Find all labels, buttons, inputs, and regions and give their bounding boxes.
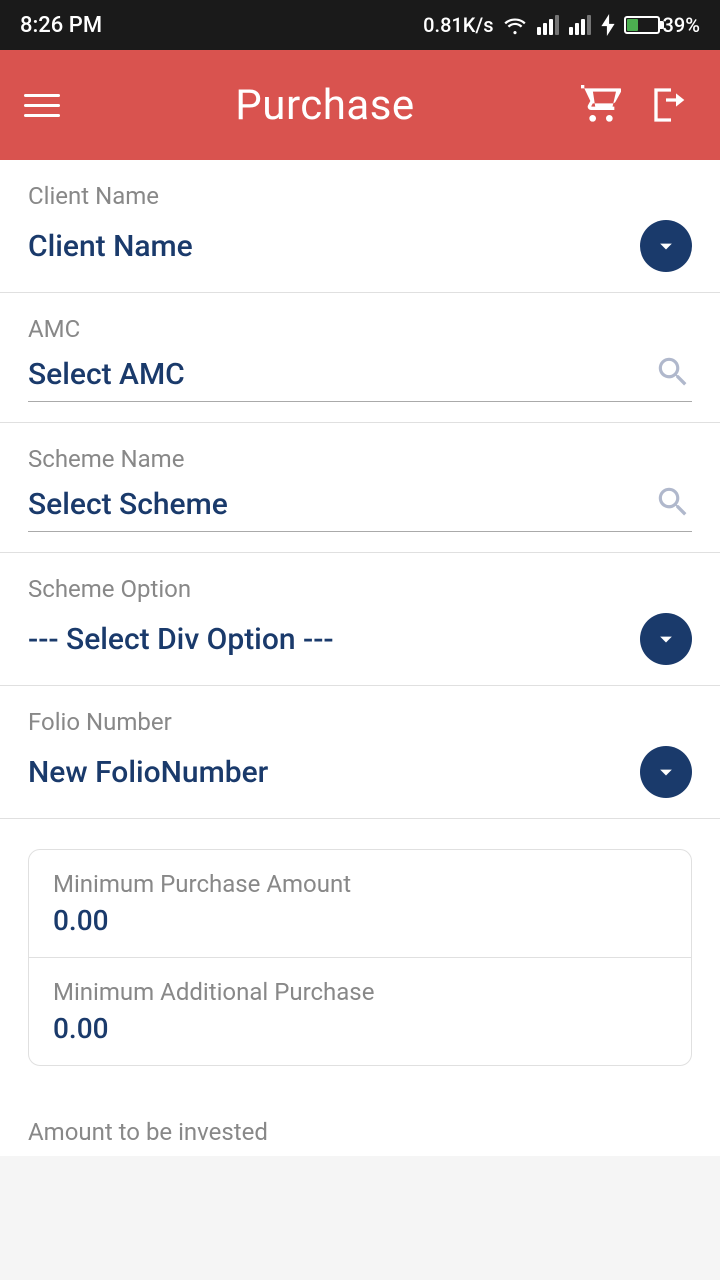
min-purchase-item: Minimum Purchase Amount 0.00 (29, 850, 691, 958)
status-time: 8:26 PM (20, 13, 102, 38)
scheme-option-row: --- Select Div Option --- (28, 613, 692, 665)
wifi-icon (502, 14, 528, 36)
folio-number-row: New FolioNumber (28, 746, 692, 798)
folio-number-section: Folio Number New FolioNumber (0, 686, 720, 819)
folio-number-dropdown[interactable] (640, 746, 692, 798)
battery-indicator: 39% (624, 13, 700, 37)
min-additional-value: 0.00 (53, 1012, 667, 1045)
folio-number-value: New FolioNumber (28, 755, 268, 790)
client-name-label: Client Name (28, 182, 692, 210)
search-icon-2 (654, 483, 692, 521)
scheme-placeholder: Select Scheme (28, 487, 228, 522)
signal-icon-1 (536, 14, 560, 36)
scheme-search-row[interactable]: Select Scheme (28, 483, 692, 532)
hamburger-button[interactable] (24, 80, 74, 130)
status-right: 0.81K/s 39% (423, 13, 700, 37)
amount-label: Amount to be invested (28, 1118, 692, 1146)
exit-icon (651, 85, 691, 125)
scheme-option-label: Scheme Option (28, 575, 692, 603)
scheme-option-value: --- Select Div Option --- (28, 622, 334, 657)
amc-search-row[interactable]: Select AMC (28, 353, 692, 402)
folio-number-label: Folio Number (28, 708, 692, 736)
chevron-down-icon (652, 232, 680, 260)
amc-placeholder: Select AMC (28, 357, 185, 392)
page-title: Purchase (74, 81, 576, 130)
min-purchase-label: Minimum Purchase Amount (53, 870, 667, 898)
hamburger-line-2 (24, 104, 60, 107)
client-name-row: Client Name (28, 220, 692, 272)
network-speed: 0.81K/s (423, 13, 493, 37)
chevron-down-icon-2 (652, 625, 680, 653)
amc-section: AMC Select AMC (0, 293, 720, 423)
exit-button[interactable] (646, 80, 696, 130)
cart-button[interactable] (576, 80, 626, 130)
scheme-option-dropdown[interactable] (640, 613, 692, 665)
chevron-down-icon-3 (652, 758, 680, 786)
scheme-name-section: Scheme Name Select Scheme (0, 423, 720, 553)
amc-search-icon-wrap[interactable] (654, 353, 692, 395)
client-name-dropdown[interactable] (640, 220, 692, 272)
battery-level: 39% (663, 13, 700, 37)
charging-icon (600, 14, 616, 36)
hamburger-line-3 (24, 114, 60, 117)
signal-icon-2 (568, 14, 592, 36)
status-bar: 8:26 PM 0.81K/s 39% (0, 0, 720, 50)
scheme-name-label: Scheme Name (28, 445, 692, 473)
amc-label: AMC (28, 315, 692, 343)
info-box: Minimum Purchase Amount 0.00 Minimum Add… (28, 849, 692, 1066)
scheme-search-icon-wrap[interactable] (654, 483, 692, 525)
form-content: Client Name Client Name AMC Select AMC S… (0, 160, 720, 1156)
search-icon (654, 353, 692, 391)
min-additional-item: Minimum Additional Purchase 0.00 (29, 958, 691, 1065)
app-bar-actions (576, 80, 696, 130)
app-bar: Purchase (0, 50, 720, 160)
client-name-section: Client Name Client Name (0, 160, 720, 293)
scheme-option-section: Scheme Option --- Select Div Option --- (0, 553, 720, 686)
amount-section: Amount to be invested (0, 1096, 720, 1156)
min-purchase-value: 0.00 (53, 904, 667, 937)
client-name-value: Client Name (28, 229, 193, 264)
cart-icon (581, 85, 621, 125)
min-additional-label: Minimum Additional Purchase (53, 978, 667, 1006)
hamburger-line-1 (24, 94, 60, 97)
